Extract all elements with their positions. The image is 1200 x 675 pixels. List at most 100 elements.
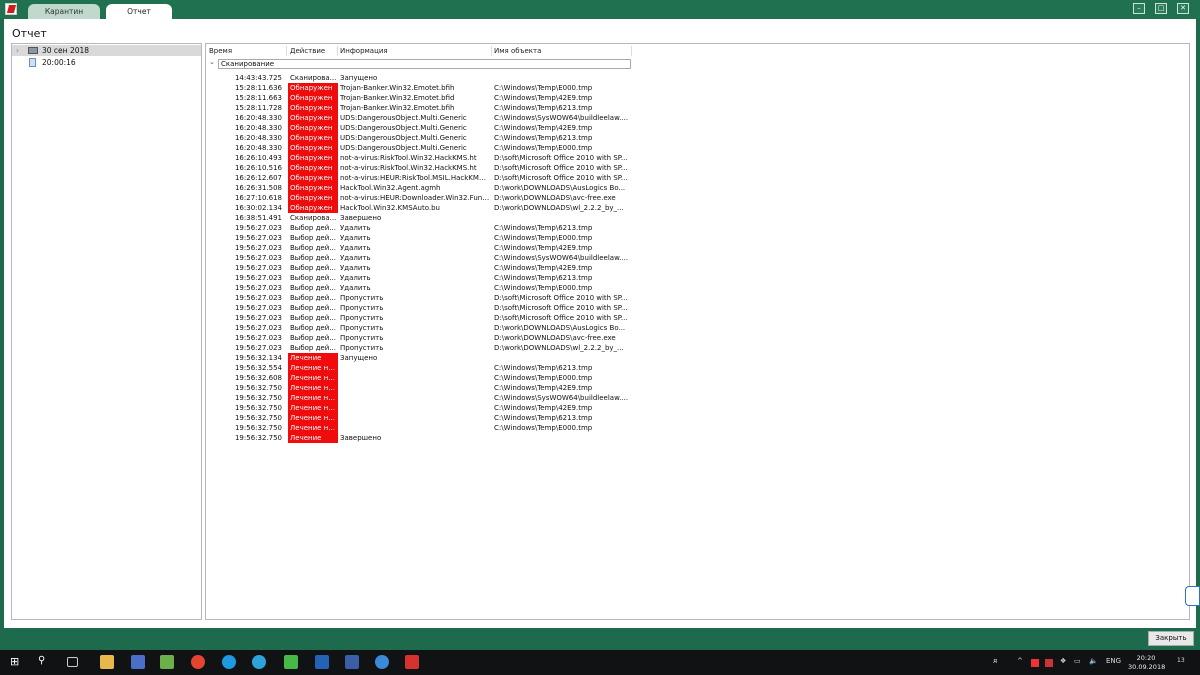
table-row[interactable]: 19:56:27.023 Выбор дей... Удалить C:\Window… — [206, 263, 806, 273]
table-row[interactable]: 19:56:32.750 Лечение н... C:\Windows\Temp\… — [206, 423, 806, 433]
browser-icon[interactable] — [375, 655, 389, 669]
minimize-icon[interactable]: – — [1133, 3, 1145, 14]
table-row[interactable]: 19:56:32.608 Лечение н... C:\Windows\Temp\… — [206, 373, 806, 383]
cell-info: Запущено — [340, 354, 378, 362]
cell-time: 16:38:51.491 — [234, 214, 282, 222]
cell-object: C:\Windows\Temp\E000.tmp — [494, 424, 593, 432]
search-icon[interactable]: ⚲ — [38, 655, 52, 669]
group-scan[interactable]: Сканирование — [218, 59, 631, 69]
kaspersky-icon[interactable] — [405, 655, 419, 669]
column-header-time[interactable]: Время — [209, 47, 232, 55]
tab-report[interactable]: Отчет — [106, 4, 172, 19]
cell-info: not-a-virus:RiskTool.Win32.HackKMS.ht — [340, 164, 477, 172]
table-row[interactable]: 19:56:27.023 Выбор дей... Пропустить D:\sof… — [206, 303, 806, 313]
cell-action: Сканирова... — [290, 214, 337, 222]
network-icon[interactable]: ▭ — [1074, 657, 1081, 665]
people-icon[interactable]: ᴙ — [993, 657, 997, 665]
skype-icon[interactable] — [222, 655, 236, 669]
clock[interactable]: 20:20 30.09.2018 — [1128, 654, 1165, 672]
table-row[interactable]: 19:56:32.750 Лечение н... C:\Windows\Temp\… — [206, 383, 806, 393]
chevron-up-icon[interactable]: ^ — [1017, 657, 1023, 665]
table-row[interactable]: 19:56:27.023 Выбор дей... Пропустить D:\sof… — [206, 313, 806, 323]
chrome-icon[interactable] — [191, 655, 205, 669]
cell-time: 19:56:27.023 — [234, 314, 282, 322]
table-row[interactable]: 19:56:27.023 Выбор дей... Удалить C:\Window… — [206, 243, 806, 253]
close-icon[interactable]: ✕ — [1177, 3, 1189, 14]
close-button[interactable]: Закрыть — [1148, 631, 1194, 646]
cell-time: 16:20:48.330 — [234, 124, 282, 132]
table-row[interactable]: 19:56:27.023 Выбор дей... Пропустить D:\wor… — [206, 333, 806, 343]
chevron-down-icon[interactable]: ⌄ — [209, 58, 215, 66]
cell-time: 19:56:27.023 — [234, 244, 282, 252]
maximize-icon[interactable]: □ — [1155, 3, 1167, 14]
notification-badge[interactable]: 13 — [1177, 657, 1185, 664]
telegram-icon[interactable] — [252, 655, 266, 669]
table-row[interactable]: 15:28:11.728 Обнаружен Trojan-Banker.Win32… — [206, 103, 806, 113]
cell-object: D:\work\DOWNLOADS\wl_2.2.2_by_... — [494, 204, 624, 212]
table-row[interactable]: 19:56:27.023 Выбор дей... Пропустить D:\sof… — [206, 293, 806, 303]
cell-time: 19:56:32.554 — [234, 364, 282, 372]
table-row[interactable]: 16:20:48.330 Обнаружен UDS:DangerousObject… — [206, 133, 806, 143]
table-row[interactable]: 19:56:27.023 Выбор дей... Удалить C:\Window… — [206, 253, 806, 263]
tree-item-label: 30 сен 2018 — [42, 46, 90, 55]
table-row[interactable]: 15:28:11.636 Обнаружен Trojan-Banker.Win32… — [206, 83, 806, 93]
tray-app-icon[interactable] — [1031, 659, 1039, 667]
windows-start-icon[interactable]: ⊞ — [10, 655, 24, 669]
cell-object: C:\Windows\SysWOW64\buildleelaw.... — [494, 394, 629, 402]
cell-action: Выбор дей... — [290, 324, 336, 332]
tab-quarantine[interactable]: Карантин — [28, 4, 100, 19]
table-row[interactable]: 14:43:43.725 Сканирова... Запущено — [206, 73, 806, 83]
cell-action: Лечение н... — [288, 373, 338, 383]
table-row[interactable]: 16:20:48.330 Обнаружен UDS:DangerousObject… — [206, 123, 806, 133]
table-row[interactable]: 19:56:27.023 Выбор дей... Удалить C:\Window… — [206, 283, 806, 293]
table-row[interactable]: 19:56:27.023 Выбор дей... Пропустить D:\wor… — [206, 323, 806, 333]
report-table: Время Действие Информация Имя объекта ⌄ … — [205, 43, 1190, 620]
table-row[interactable]: 16:38:51.491 Сканирова... Завершено — [206, 213, 806, 223]
tree-item-date[interactable]: › 30 сен 2018 — [12, 45, 201, 56]
table-row[interactable]: 19:56:27.023 Выбор дей... Удалить C:\Window… — [206, 223, 806, 233]
table-row[interactable]: 16:30:02.134 Обнаружен HackTool.Win32.KMSA… — [206, 203, 806, 213]
table-row[interactable]: 16:20:48.330 Обнаружен UDS:DangerousObject… — [206, 113, 806, 123]
table-row[interactable]: 16:26:10.516 Обнаружен not-a-virus:RiskToo… — [206, 163, 806, 173]
file-explorer-icon[interactable] — [100, 655, 114, 669]
table-row[interactable]: 16:26:12.607 Обнаружен not-a-virus:HEUR:Ri… — [206, 173, 806, 183]
chevron-right-icon[interactable]: › — [16, 45, 19, 56]
table-row[interactable]: 16:26:10.493 Обнаружен not-a-virus:RiskToo… — [206, 153, 806, 163]
tree-item-time[interactable]: 20:00:16 — [12, 57, 201, 68]
cell-info: Удалить — [340, 254, 371, 262]
table-row[interactable]: 19:56:32.750 Лечение Завершено — [206, 433, 806, 443]
volume-icon[interactable]: 🔈 — [1089, 657, 1098, 665]
table-row[interactable]: 16:20:48.330 Обнаружен UDS:DangerousObject… — [206, 143, 806, 153]
cell-info: Удалить — [340, 234, 371, 242]
remote-assist-icon[interactable] — [1185, 586, 1200, 606]
table-row[interactable]: 16:27:10.618 Обнаружен not-a-virus:HEUR:Do… — [206, 193, 806, 203]
language-indicator[interactable]: ENG — [1106, 657, 1121, 665]
table-row[interactable]: 19:56:27.023 Выбор дей... Удалить C:\Window… — [206, 273, 806, 283]
powershell-icon[interactable] — [315, 655, 329, 669]
column-header-object[interactable]: Имя объекта — [494, 47, 541, 55]
cell-info: UDS:DangerousObject.Multi.Generic — [340, 144, 467, 152]
save-app-icon[interactable] — [131, 655, 145, 669]
network-app-icon[interactable] — [345, 655, 359, 669]
cell-time: 19:56:32.750 — [234, 414, 282, 422]
column-header-action[interactable]: Действие — [290, 47, 325, 55]
cell-info: Удалить — [340, 264, 371, 272]
task-view-icon[interactable] — [67, 657, 78, 667]
notepad-app-icon[interactable] — [160, 655, 174, 669]
table-row[interactable]: 19:56:32.750 Лечение н... C:\Windows\Temp\… — [206, 413, 806, 423]
cell-action: Лечение н... — [288, 403, 338, 413]
table-row[interactable]: 19:56:32.134 Лечение Запущено — [206, 353, 806, 363]
column-header-info[interactable]: Информация — [340, 47, 388, 55]
table-row[interactable]: 19:56:32.750 Лечение н... C:\Windows\Temp\… — [206, 403, 806, 413]
table-row[interactable]: 15:28:11.663 Обнаружен Trojan-Banker.Win32… — [206, 93, 806, 103]
table-row[interactable]: 19:56:27.023 Выбор дей... Удалить C:\Window… — [206, 233, 806, 243]
table-row[interactable]: 19:56:32.554 Лечение н... C:\Windows\Temp\… — [206, 363, 806, 373]
table-row[interactable]: 16:26:31.508 Обнаружен HackTool.Win32.Agen… — [206, 183, 806, 193]
app-icon[interactable] — [284, 655, 298, 669]
tray-app-icon[interactable] — [1045, 659, 1053, 667]
table-row[interactable]: 19:56:32.750 Лечение н... C:\Windows\SysWO… — [206, 393, 806, 403]
cell-info: Завершено — [340, 214, 382, 222]
cell-action: Выбор дей... — [290, 224, 336, 232]
table-row[interactable]: 19:56:27.023 Выбор дей... Пропустить D:\wor… — [206, 343, 806, 353]
dropbox-icon[interactable]: ❖ — [1060, 657, 1066, 665]
